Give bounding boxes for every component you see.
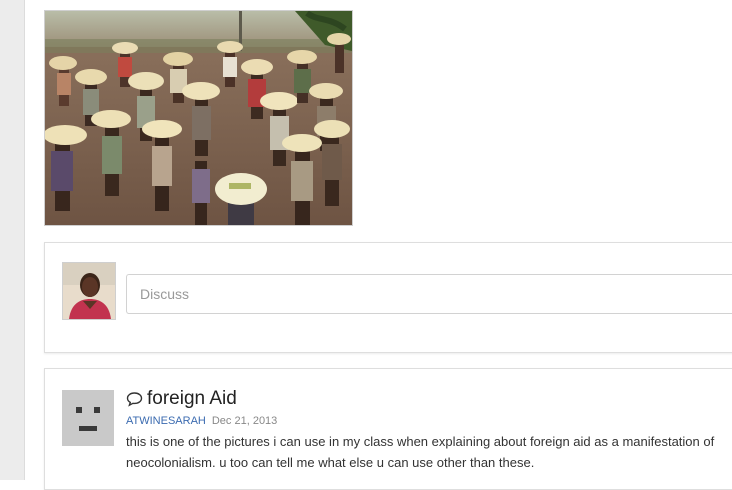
- author-avatar[interactable]: [62, 390, 114, 446]
- post-card: foreign Aid ATWINESARAH Dec 21, 2013 this…: [44, 368, 732, 490]
- aid-workers-photo: [45, 11, 352, 225]
- post-author-link[interactable]: ATWINESARAH: [126, 415, 206, 427]
- post-title[interactable]: foreign Aid: [147, 388, 237, 410]
- post-header: foreign Aid: [126, 388, 237, 410]
- left-sidebar-strip: [0, 0, 25, 480]
- discuss-input[interactable]: [126, 274, 732, 314]
- post-date: Dec 21, 2013: [211, 415, 278, 427]
- post-body: this is one of the pictures i can use in…: [126, 434, 715, 470]
- post-meta: ATWINESARAH Dec 21, 2013: [126, 415, 277, 427]
- post-image[interactable]: [44, 10, 353, 226]
- user-photo-avatar: [63, 263, 115, 319]
- avatar-eye-right: [94, 407, 100, 413]
- avatar-mouth: [79, 426, 97, 431]
- discuss-card: [44, 242, 732, 353]
- current-user-avatar: [62, 262, 116, 320]
- avatar-eye-left: [76, 407, 82, 413]
- speech-bubble-icon: [126, 392, 143, 407]
